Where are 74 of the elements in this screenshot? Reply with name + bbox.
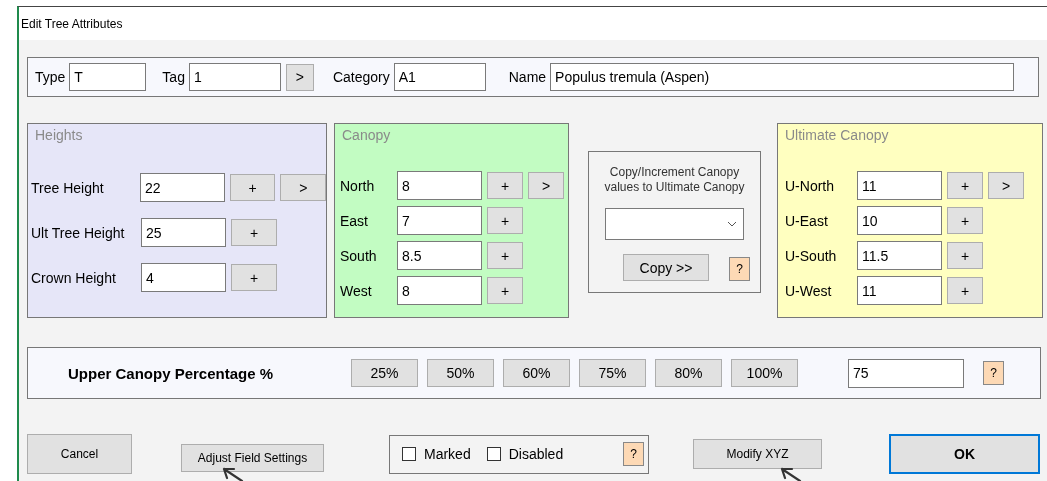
input-field[interactable]: 75 (848, 358, 964, 388)
field-label: U-West (784, 282, 833, 299)
next-button[interactable]: > (988, 172, 1024, 199)
preset-button[interactable]: 80% (655, 359, 722, 387)
increment-button[interactable]: + (487, 207, 523, 234)
preset-button[interactable]: 100% (731, 359, 798, 387)
field-label: Tree Height (30, 179, 105, 196)
field-label: U-North (784, 177, 835, 194)
help-button[interactable]: ? (729, 257, 750, 281)
field-label: Type (35, 69, 66, 85)
input-field[interactable]: Populus tremula (Aspen) (550, 63, 1015, 91)
panel-title: Canopy (342, 127, 391, 143)
field-label: North (339, 177, 376, 194)
field-label: U-East (784, 212, 829, 229)
increment-button[interactable]: + (487, 277, 523, 304)
input-field[interactable]: 8.5 (397, 241, 482, 270)
input-field[interactable]: 8 (397, 171, 482, 200)
field-label: U-South (784, 247, 838, 264)
input-field[interactable]: 8 (397, 276, 482, 305)
preset-button[interactable]: 25% (351, 359, 418, 387)
cancel-button[interactable]: Cancel (27, 434, 132, 474)
increment-button[interactable]: + (229, 174, 276, 201)
checkbox-label: Disabled (508, 446, 564, 462)
field-label: Tag (162, 69, 185, 85)
modify-button[interactable]: Modify XYZ (693, 439, 822, 469)
preset-button[interactable]: 60% (503, 359, 570, 387)
increment-button[interactable]: + (231, 264, 277, 291)
input-field[interactable]: 11.5 (857, 241, 942, 270)
checkbox[interactable] (486, 447, 501, 461)
increment-button[interactable]: + (947, 242, 983, 269)
input-field[interactable]: 11 (857, 171, 942, 200)
chevron-down-icon (727, 221, 737, 227)
input-field[interactable]: 11 (857, 276, 942, 305)
field-label: Crown Height (30, 269, 117, 286)
panel-title: Heights (35, 127, 83, 143)
input-field[interactable]: 25 (141, 218, 226, 247)
preset-button[interactable]: 50% (427, 359, 494, 387)
help-button[interactable]: ? (623, 442, 644, 466)
next-button[interactable]: > (528, 172, 564, 199)
field-label: Upper Canopy Percentage % (68, 364, 275, 382)
increment-button[interactable]: + (947, 172, 983, 199)
input-field[interactable]: 22 (139, 173, 225, 202)
preset-button[interactable]: 75% (579, 359, 646, 387)
field-label: Ult Tree Height (30, 224, 126, 241)
increment-button[interactable]: + (487, 242, 523, 269)
checkbox[interactable] (402, 447, 416, 461)
copy-caption: Copy/Increment Canopy values to Ultimate Canopy (603, 165, 746, 195)
field-label: East (339, 212, 369, 229)
arrow-icon (780, 467, 802, 481)
field-label: Name (508, 69, 547, 85)
input-field[interactable]: A1 (393, 63, 486, 91)
field-label: Category (332, 69, 390, 85)
input-field[interactable]: 7 (397, 206, 482, 235)
input-field[interactable]: 4 (141, 263, 226, 292)
next-button[interactable]: > (285, 63, 314, 91)
copy-button[interactable]: Copy >> (623, 254, 709, 281)
window-title: Edit Tree Attributes (21, 16, 123, 31)
increment-button[interactable]: + (231, 219, 277, 246)
checkbox-label: Marked (424, 446, 471, 462)
increment-button[interactable]: + (947, 277, 983, 304)
field-label: South (339, 247, 378, 264)
dropdown[interactable] (605, 208, 744, 240)
help-button[interactable]: ? (983, 361, 1004, 385)
panel-title: Ultimate Canopy (785, 127, 889, 143)
input-field[interactable]: 10 (857, 206, 942, 235)
input-field[interactable]: 1 (188, 63, 281, 91)
increment-button[interactable]: + (487, 172, 523, 199)
ok-button[interactable]: OK (889, 434, 1040, 474)
field-label: West (339, 282, 373, 299)
increment-button[interactable]: + (947, 207, 983, 234)
adjust-button[interactable]: Adjust Field Settings (181, 444, 324, 472)
arrow-icon (222, 467, 244, 481)
next-button[interactable]: > (280, 174, 326, 201)
input-field[interactable]: T (69, 63, 147, 91)
